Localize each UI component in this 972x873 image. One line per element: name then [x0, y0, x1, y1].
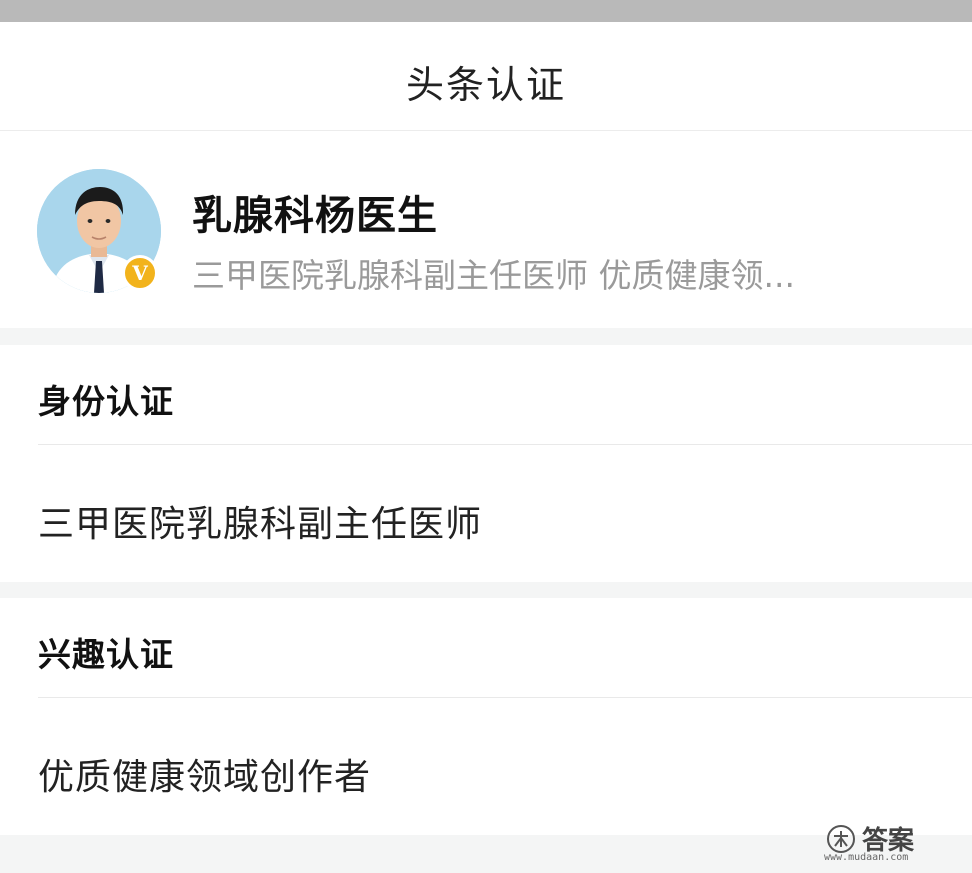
profile-card[interactable]: V 乳腺科杨医生 三甲医院乳腺科副主任医师 优质健康领...	[0, 131, 972, 328]
watermark-logo-icon	[827, 825, 855, 853]
divider	[38, 697, 972, 698]
interest-verification-section: 兴趣认证 优质健康领域创作者	[0, 598, 972, 835]
section-heading: 身份认证	[38, 382, 174, 421]
watermark: 答案 www.mudaan.com	[822, 818, 942, 866]
page-header: 头条认证	[0, 22, 972, 131]
watermark-url: www.mudaan.com	[824, 852, 909, 863]
page-title: 头条认证	[405, 63, 566, 107]
profile-description: 三甲医院乳腺科副主任医师 优质健康领...	[192, 256, 795, 295]
divider	[38, 444, 972, 445]
section-value: 优质健康领域创作者	[38, 757, 372, 798]
section-value: 三甲医院乳腺科副主任医师	[38, 504, 483, 545]
status-bar	[0, 0, 972, 22]
profile-name: 乳腺科杨医生	[192, 193, 438, 239]
identity-verification-section: 身份认证 三甲医院乳腺科副主任医师	[0, 345, 972, 582]
verified-badge-icon: V	[122, 255, 158, 291]
section-heading: 兴趣认证	[38, 635, 174, 674]
